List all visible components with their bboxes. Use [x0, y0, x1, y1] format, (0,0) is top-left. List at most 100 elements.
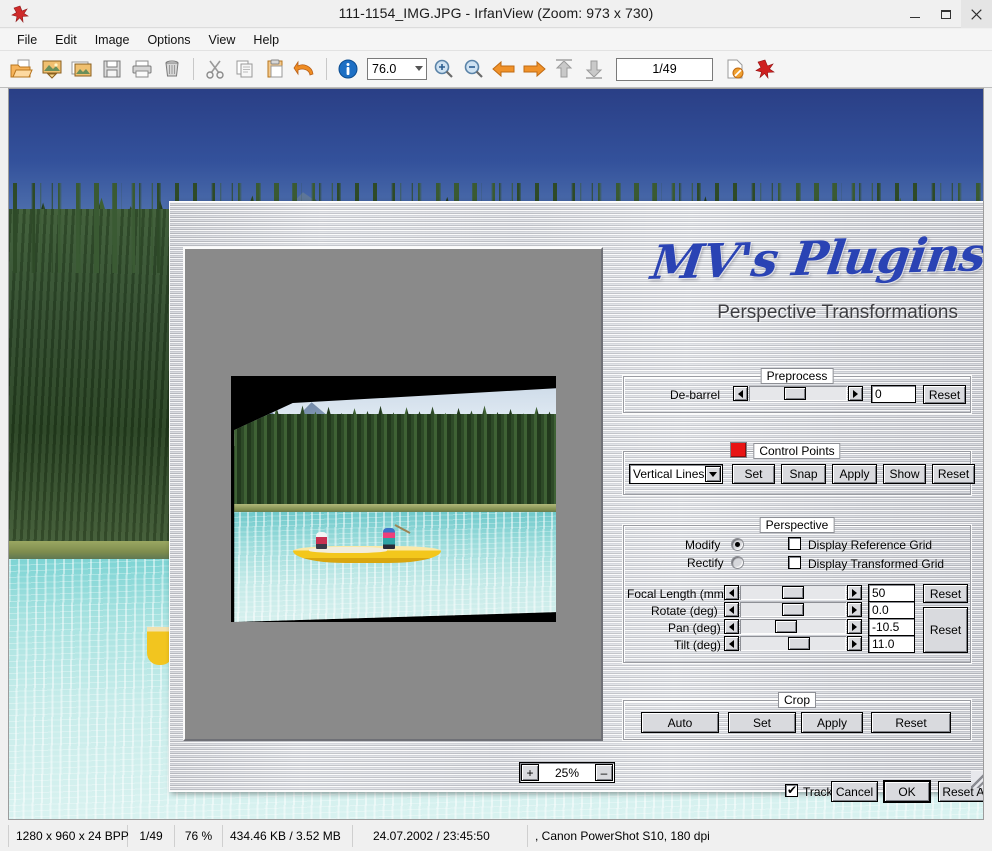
toolbar-separator-2 [326, 58, 327, 80]
copy-icon[interactable] [230, 54, 260, 84]
debarrel-slider-thumb[interactable] [784, 387, 806, 400]
ok-button[interactable]: OK [883, 780, 931, 803]
preprocess-group-label: Preprocess [761, 368, 834, 384]
focal-length-value-field[interactable]: 50 [868, 584, 915, 602]
menu-item-file[interactable]: File [8, 31, 46, 49]
crop-reset-button[interactable]: Reset [871, 712, 951, 733]
menu-item-options[interactable]: Options [138, 31, 199, 49]
undo-icon[interactable] [290, 54, 320, 84]
preview-zoom-stepper[interactable]: + 25% – [519, 762, 615, 783]
thumbnails-icon[interactable] [37, 54, 67, 84]
tilt-value-field[interactable]: 11.0 [868, 635, 915, 653]
perspective-transformations-dialog: MV's Plugins Perspective Transformations… [169, 201, 984, 792]
track-checkbox[interactable] [785, 784, 798, 797]
preview-zoom-out-button[interactable]: – [595, 764, 613, 781]
crop-apply-button[interactable]: Apply [801, 712, 863, 733]
paste-icon[interactable] [260, 54, 290, 84]
pan-slider-right-arrow[interactable] [847, 619, 862, 634]
preview-zoom-in-button[interactable]: + [521, 764, 539, 781]
first-image-icon[interactable] [549, 54, 579, 84]
debarrel-slider[interactable] [733, 386, 863, 401]
title-bar: 111-1154_IMG.JPG - IrfanView (Zoom: 973 … [0, 0, 992, 28]
control-points-snap-button[interactable]: Snap [781, 464, 826, 484]
resize-grip-icon[interactable] [971, 771, 984, 788]
status-bar: 1280 x 960 x 24 BPP 1/49 76 % 434.46 KB … [0, 821, 992, 851]
debarrel-slider-right-arrow[interactable] [848, 386, 863, 401]
pan-value-field[interactable]: -10.5 [868, 618, 915, 636]
status-camera: , Canon PowerShot S10, 180 dpi [528, 825, 992, 847]
close-button[interactable] [961, 0, 992, 28]
pan-slider-left-arrow[interactable] [724, 619, 739, 634]
minimize-button[interactable] [899, 0, 930, 28]
rectify-radio[interactable] [731, 556, 744, 569]
display-reference-grid-label: Display Reference Grid [808, 538, 932, 552]
cancel-button[interactable]: Cancel [831, 781, 878, 802]
rotate-value-field[interactable]: 0.0 [868, 601, 915, 619]
track-label: Track [803, 785, 833, 799]
tilt-slider-thumb[interactable] [788, 637, 810, 650]
rotate-value: 0.0 [872, 603, 889, 617]
rotate-slider-thumb[interactable] [782, 603, 804, 616]
tilt-slider-left-arrow[interactable] [724, 636, 739, 651]
print-icon[interactable] [127, 54, 157, 84]
rotate-slider-left-arrow[interactable] [724, 602, 739, 617]
chevron-down-icon[interactable] [705, 466, 721, 482]
tilt-slider[interactable] [724, 636, 862, 651]
menu-item-edit[interactable]: Edit [46, 31, 86, 49]
control-points-mode-combo[interactable]: Vertical Lines [629, 464, 723, 484]
preprocess-group: Preprocess De-barrel 0 Reset [622, 375, 972, 414]
image-canvas[interactable]: MV's Plugins Perspective Transformations… [8, 88, 984, 820]
toolbar: 76.0 [0, 51, 992, 88]
preview-pane[interactable] [183, 247, 603, 741]
no-file-icon[interactable] [720, 54, 750, 84]
previous-arrow-icon[interactable] [489, 54, 519, 84]
display-transformed-grid-checkbox[interactable] [788, 556, 801, 569]
focal-length-slider-right-arrow[interactable] [847, 585, 862, 600]
rotate-slider[interactable] [724, 602, 862, 617]
zoom-in-icon[interactable] [429, 54, 459, 84]
modify-radio[interactable] [731, 538, 744, 551]
focal-length-slider-thumb[interactable] [782, 586, 804, 599]
crop-group: Crop Auto Set Apply Reset [622, 699, 972, 741]
last-image-icon[interactable] [579, 54, 609, 84]
menu-item-help[interactable]: Help [244, 31, 288, 49]
image-index-field[interactable]: 1/49 [616, 58, 713, 81]
zoom-out-icon[interactable] [459, 54, 489, 84]
tilt-slider-right-arrow[interactable] [847, 636, 862, 651]
pan-slider[interactable] [724, 619, 862, 634]
slideshow-icon[interactable] [67, 54, 97, 84]
perspective-reset-angles-button[interactable]: Reset [923, 607, 968, 653]
perspective-group: Perspective Modify Rectify Display Refer… [622, 524, 972, 664]
pan-slider-thumb[interactable] [775, 620, 797, 633]
plugin-logo-subtitle: Perspective Transformations [618, 302, 958, 324]
irfanview-red-icon[interactable] [750, 54, 780, 84]
control-points-set-button[interactable]: Set [732, 464, 775, 484]
plugin-logo: MV's Plugins Perspective Transformations [618, 230, 980, 340]
crop-auto-button[interactable]: Auto [641, 712, 719, 733]
perspective-reset-focal-button[interactable]: Reset [923, 584, 968, 603]
open-folder-icon[interactable] [7, 54, 37, 84]
zoom-percent-combo[interactable]: 76.0 [367, 58, 427, 80]
menu-item-view[interactable]: View [200, 31, 245, 49]
debarrel-value-field[interactable]: 0 [871, 385, 916, 403]
debarrel-reset-button[interactable]: Reset [923, 385, 966, 404]
next-arrow-icon[interactable] [519, 54, 549, 84]
focal-length-slider[interactable] [724, 585, 862, 600]
display-reference-grid-checkbox[interactable] [788, 537, 801, 550]
crop-set-button[interactable]: Set [728, 712, 796, 733]
focal-length-slider-left-arrow[interactable] [724, 585, 739, 600]
menu-item-image[interactable]: Image [86, 31, 139, 49]
rotate-slider-right-arrow[interactable] [847, 602, 862, 617]
preview-zoom-value: 25% [542, 763, 592, 782]
pan-value: -10.5 [872, 620, 899, 634]
cut-icon[interactable] [200, 54, 230, 84]
save-icon[interactable] [97, 54, 127, 84]
debarrel-slider-left-arrow[interactable] [733, 386, 748, 401]
focal-length-value: 50 [872, 586, 885, 600]
delete-icon[interactable] [157, 54, 187, 84]
info-icon[interactable] [333, 54, 363, 84]
maximize-button[interactable] [930, 0, 961, 28]
control-points-reset-button[interactable]: Reset [932, 464, 975, 484]
control-points-show-button[interactable]: Show [883, 464, 926, 484]
control-points-apply-button[interactable]: Apply [832, 464, 877, 484]
